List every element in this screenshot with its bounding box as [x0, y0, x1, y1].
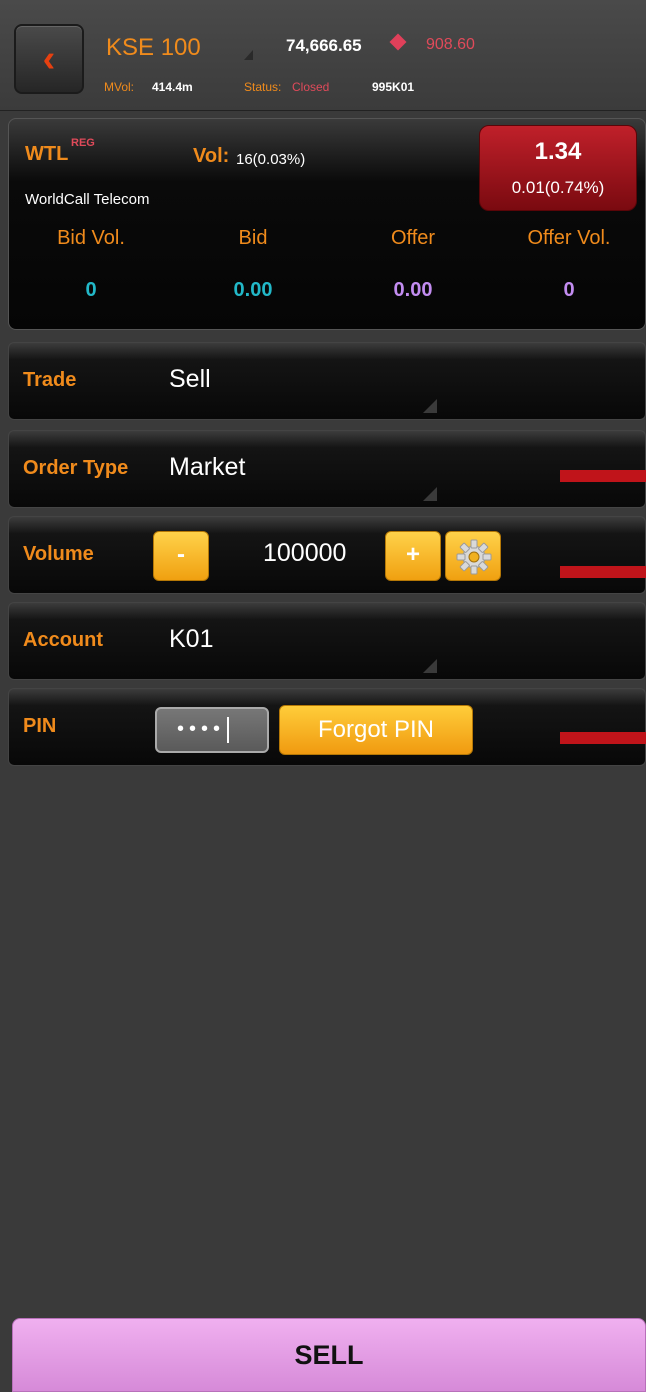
pin-label: PIN [23, 715, 57, 737]
red-marker [560, 566, 646, 578]
red-marker [560, 732, 646, 744]
pin-row: PIN •••• Forgot PIN [8, 688, 646, 766]
last-price: 1.34 [534, 138, 582, 165]
mval-label: MVol: [104, 80, 135, 94]
account-label: Account [23, 629, 103, 651]
index-name: KSE 100 [106, 34, 201, 61]
order-type-row[interactable]: Order Type Market [8, 430, 646, 508]
down-arrow-icon [389, 33, 407, 51]
trade-row[interactable]: Trade Sell [8, 342, 646, 420]
account-select[interactable]: K01 [169, 625, 213, 654]
forgot-pin-button[interactable]: Forgot PIN [279, 705, 473, 755]
bid-vol-header: Bid Vol. [57, 227, 125, 249]
chevron-left-icon: ‹ [42, 38, 56, 80]
status-label: Status: [244, 80, 282, 94]
index-change: 908.60 [426, 36, 475, 53]
pin-value: •••• [177, 718, 226, 740]
account-code: 995K01 [372, 80, 415, 94]
trade-label: Trade [23, 369, 77, 391]
dropdown-corner-icon [423, 399, 437, 413]
quote-panel: WTL REG Vol: 16(0.03%) WorldCall Telecom… [8, 118, 646, 330]
symbol: WTL [25, 143, 69, 165]
offer-vol-value: 0 [563, 279, 575, 301]
volume-row: Volume - 100000 + [8, 516, 646, 594]
offer-value: 0.00 [393, 279, 433, 301]
bid-value: 0.00 [233, 279, 273, 301]
dropdown-corner-icon [423, 659, 437, 673]
text-caret [227, 716, 230, 743]
bid-vol-value: 0 [85, 279, 97, 301]
volume-input[interactable]: 100000 [263, 539, 346, 568]
pin-input[interactable]: •••• [155, 707, 269, 753]
empty-area [8, 770, 646, 1310]
market-badge: REG [71, 137, 95, 149]
volume-increment-button[interactable]: + [385, 531, 441, 581]
order-type-select[interactable]: Market [169, 453, 245, 482]
volume-label: Vol: [193, 145, 230, 167]
gear-icon [456, 539, 492, 575]
account-row[interactable]: Account K01 [8, 602, 646, 680]
volume-label: Volume [23, 543, 94, 565]
mval-value: 414.4m [152, 80, 193, 94]
offer-vol-header: Offer Vol. [527, 227, 611, 249]
back-button[interactable]: ‹ [14, 24, 84, 94]
trade-select[interactable]: Sell [169, 365, 211, 394]
index-value: 74,666.65 [286, 36, 362, 55]
index-trend-icon [244, 50, 253, 60]
company-name: WorldCall Telecom [25, 191, 150, 208]
price-change: 0.01(0.74%) [511, 178, 605, 197]
volume-value: 16(0.03%) [236, 151, 306, 168]
order-type-label: Order Type [23, 457, 129, 479]
volume-decrement-button[interactable]: - [153, 531, 209, 581]
red-marker [560, 470, 646, 482]
dropdown-corner-icon [423, 487, 437, 501]
sell-button[interactable]: SELL [12, 1318, 646, 1392]
status-value: Closed [292, 80, 330, 94]
market-header: ‹ KSE 100 74,666.65 908.60 MVol: 414.4m … [0, 0, 646, 111]
price-box: 1.34 0.01(0.74%) [479, 125, 637, 211]
volume-settings-button[interactable] [445, 531, 501, 581]
offer-header: Offer [390, 227, 436, 249]
bid-header: Bid [238, 227, 268, 249]
